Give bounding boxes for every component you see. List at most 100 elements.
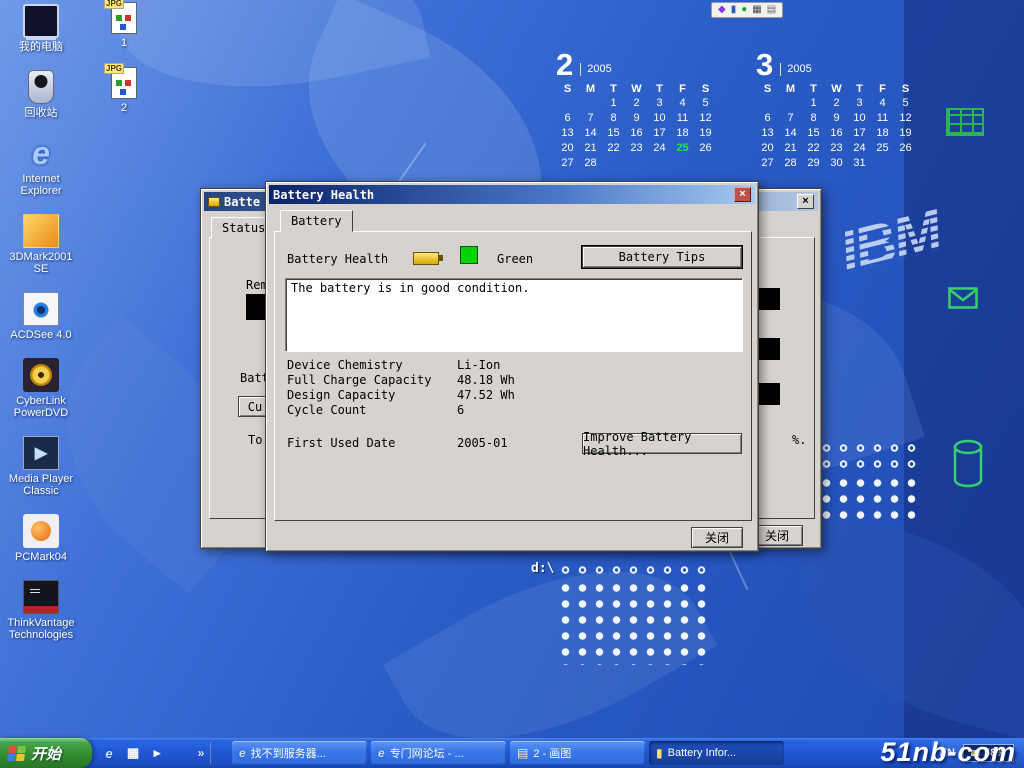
calendar-date — [756, 96, 779, 110]
window-title: Batte — [224, 195, 260, 209]
desktop-icon[interactable]: 3DMark2001 SE — [2, 214, 80, 275]
close-icon[interactable]: × — [797, 194, 814, 209]
calendar-date — [602, 156, 625, 170]
taskbar-window-button[interactable]: 专门网论坛 - ... — [371, 741, 506, 765]
desktop-icon-label: CyberLink PowerDVD — [2, 395, 80, 419]
desktop-icon-label: 3DMark2001 SE — [2, 251, 80, 275]
taskbar-window-button[interactable]: Battery Infor... — [649, 741, 784, 765]
desktop-icon[interactable]: Media Player Classic — [2, 436, 80, 497]
desktop-icon[interactable]: 回收站 — [2, 70, 80, 119]
calendar-year: 2005 — [780, 63, 811, 76]
calendar-dates: 1234567891011121314151617181920212223242… — [756, 96, 926, 170]
desktop-file[interactable]: JPG 1 — [94, 2, 154, 49]
task-label: 2 - 画图 — [533, 745, 571, 761]
gauge-segment — [758, 338, 780, 360]
calendar-date: 4 — [671, 96, 694, 110]
desktop-icon[interactable]: PCMark04 — [2, 514, 80, 563]
calendar-day-header: M — [779, 82, 802, 96]
calendar-header: 3 2005 — [756, 52, 926, 78]
close-button[interactable]: 关闭 — [691, 527, 743, 548]
calendar-date: 2 — [625, 96, 648, 110]
calendar-day-header: M — [579, 82, 602, 96]
condition-textbox[interactable]: The battery is in good condition. — [285, 278, 743, 352]
calendar-dates: 1234567891011121314151617181920212223242… — [556, 96, 726, 170]
calendar-date: 8 — [602, 111, 625, 125]
grid-icon — [946, 108, 984, 136]
calendar-month-number: 2 — [556, 52, 573, 78]
desktop-icon[interactable]: ThinkVantage Technologies — [2, 580, 80, 641]
calendar-date: 23 — [625, 141, 648, 155]
percent-text: %. — [792, 433, 806, 447]
taskbar-divider — [210, 742, 212, 764]
desktop-file-column: JPG 1 JPG 2 — [94, 2, 154, 114]
desktop-icon-image — [23, 214, 59, 248]
battery-tips-button[interactable]: Battery Tips — [582, 246, 742, 268]
desktop-icon-label: ThinkVantage Technologies — [2, 617, 80, 641]
task-label: 找不到服务器... — [251, 745, 326, 761]
desktop-file[interactable]: JPG 2 — [94, 67, 154, 114]
indicator-icon[interactable]: ● — [741, 5, 747, 15]
spec-row: Cycle Count 6 — [287, 403, 727, 418]
quick-launch-icon[interactable]: ▸ — [148, 744, 166, 762]
calendar-date: 17 — [648, 126, 671, 140]
desktop-icon-image — [23, 136, 59, 170]
desktop-icon-image — [23, 4, 59, 38]
calendar-date: 1 — [802, 96, 825, 110]
battery-health-label: Battery Health — [287, 252, 388, 266]
improve-battery-health-button[interactable]: Improve Battery Health... — [582, 433, 742, 454]
desktop-icon[interactable]: CyberLink PowerDVD — [2, 358, 80, 419]
spec-value: 47.52 Wh — [457, 388, 727, 403]
spec-row: Device Chemistry Li-Ion — [287, 358, 727, 373]
task-label: 专门网论坛 - ... — [390, 745, 464, 761]
calendar-date: 18 — [671, 126, 694, 140]
indicator-icon[interactable]: ▦ — [752, 5, 761, 15]
quick-launch-icon[interactable]: ▦ — [124, 744, 142, 762]
dialog-titlebar[interactable]: Battery Health × — [269, 185, 755, 204]
quick-launch-icon[interactable]: e — [100, 744, 118, 762]
calendar-date — [556, 96, 579, 110]
battery-health-dialog[interactable]: Battery Health × Battery Battery Health … — [265, 181, 759, 552]
calendar-day-header: F — [871, 82, 894, 96]
calendar-date: 7 — [579, 111, 602, 125]
calendar-date: 13 — [756, 126, 779, 140]
calendar-date: 26 — [894, 141, 917, 155]
desktop-icon-image — [23, 580, 59, 614]
calendar-day-header: T — [602, 82, 625, 96]
calendar-february: 2 2005 SMTWTFS 1234567891011121314151617… — [556, 52, 726, 170]
desktop-icon[interactable]: Internet Explorer — [2, 136, 80, 197]
calendar-date: 11 — [871, 111, 894, 125]
calendar-year: 2005 — [580, 63, 611, 76]
start-button[interactable]: 开始 — [0, 738, 92, 768]
battery-icon — [413, 252, 439, 265]
task-icon — [517, 747, 528, 759]
desktop-icon-image — [28, 70, 54, 104]
desktop-icon-label: Internet Explorer — [2, 173, 80, 197]
calendar-date: 4 — [871, 96, 894, 110]
desktop-icon[interactable]: ACDSee 4.0 — [2, 292, 80, 341]
indicator-icon[interactable]: ▮ — [731, 5, 737, 15]
calendar-date: 27 — [756, 156, 779, 170]
calendar-date — [625, 156, 648, 170]
jpg-file-icon: JPG — [111, 67, 137, 99]
desktop-icon[interactable]: 我的电脑 — [2, 4, 80, 53]
calendar-day-header: W — [825, 82, 848, 96]
chevron-right-icon[interactable]: » — [192, 744, 210, 762]
task-icon — [239, 747, 246, 759]
calendar-date: 16 — [825, 126, 848, 140]
close-icon[interactable]: × — [734, 187, 751, 202]
indicator-icon[interactable]: ◆ — [718, 5, 726, 15]
calendar-date: 7 — [779, 111, 802, 125]
indicator-icon[interactable]: ▤ — [767, 5, 776, 15]
calendar-date: 5 — [694, 96, 717, 110]
taskbar-window-button[interactable]: 找不到服务器... — [232, 741, 367, 765]
calendar-date: 14 — [779, 126, 802, 140]
spec-label: Cycle Count — [287, 403, 457, 418]
desktop-icon-image — [23, 358, 59, 392]
dot-pattern-solid — [557, 580, 710, 665]
tab-battery[interactable]: Battery — [280, 210, 353, 232]
desktop-icon-label: 回收站 — [2, 107, 80, 119]
calendar-date: 20 — [556, 141, 579, 155]
desktop-icon-label: ACDSee 4.0 — [2, 329, 80, 341]
indicator-toolbar[interactable]: ◆ ▮ ● ▦ ▤ — [711, 2, 783, 18]
taskbar-window-button[interactable]: 2 - 画图 — [510, 741, 645, 765]
